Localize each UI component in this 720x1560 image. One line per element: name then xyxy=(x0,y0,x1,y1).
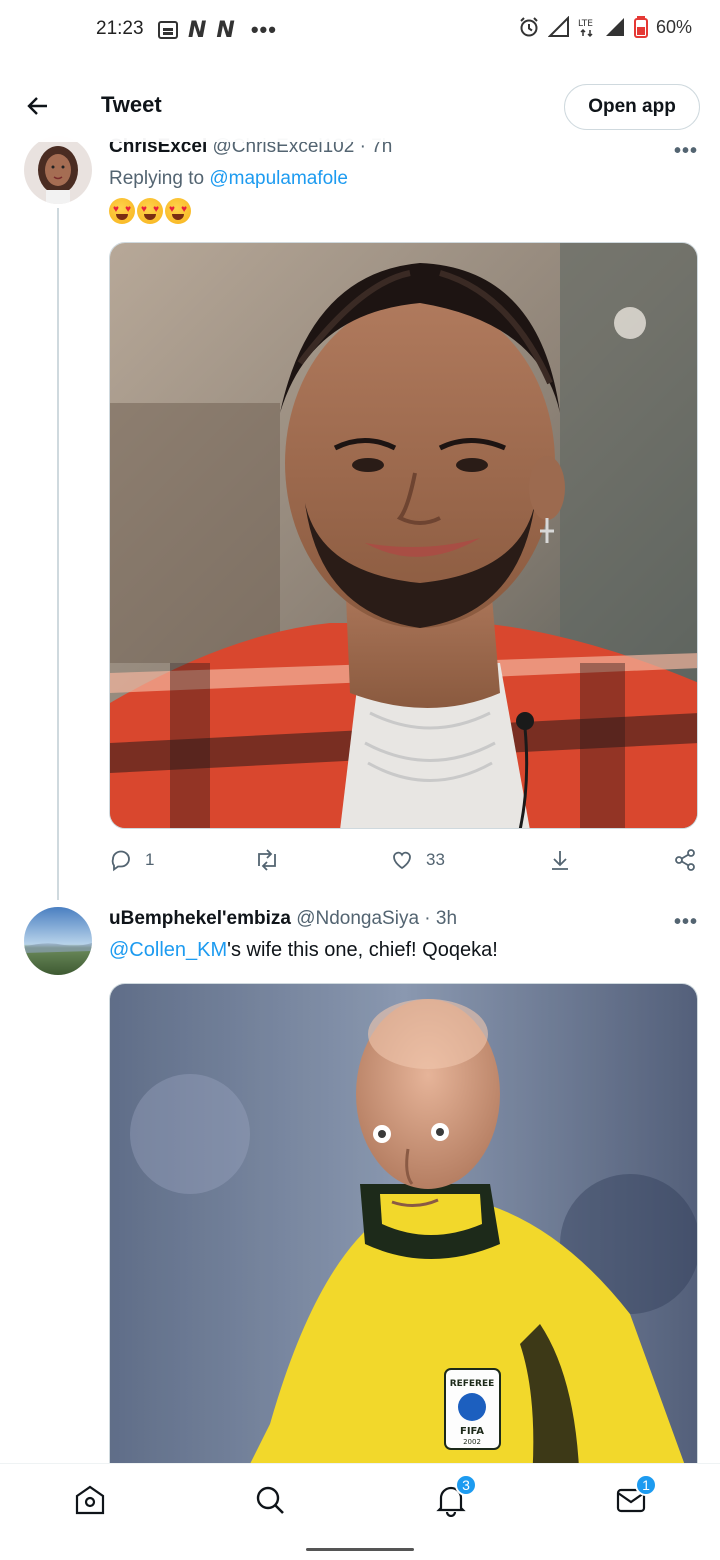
open-app-button[interactable]: Open app xyxy=(564,84,700,130)
top-header: Tweet Open app xyxy=(0,70,720,142)
author-handle[interactable]: @NdongaSiya xyxy=(296,908,419,929)
nav-notifications[interactable]: 3 xyxy=(431,1474,477,1520)
more-dots-icon: ••• xyxy=(250,17,277,42)
page-title: Tweet xyxy=(101,92,162,117)
reply-count: 1 xyxy=(145,850,155,869)
heart-icon xyxy=(393,851,411,870)
back-arrow-icon xyxy=(27,97,47,115)
like-action[interactable]: 33 xyxy=(390,848,445,872)
retweet-action[interactable] xyxy=(254,848,292,872)
tweet-emoji-text: ♥ ♥ ♥ ♥ ♥ ♥ xyxy=(109,198,191,224)
lte-icon: LTE xyxy=(578,19,593,38)
reply-mention-link[interactable]: @mapulamafole xyxy=(209,168,348,189)
replying-to-label: Replying to xyxy=(109,168,210,189)
status-time: 21:23 xyxy=(96,18,144,39)
bottom-nav: 3 1 xyxy=(0,1463,720,1537)
nav-search[interactable] xyxy=(250,1480,290,1520)
retweet-icon xyxy=(258,849,276,871)
share-icon xyxy=(675,849,695,871)
referee-badge-fifa: FIFA xyxy=(460,1426,484,1437)
home-icon xyxy=(75,1485,105,1515)
system-icons: LTE 60% xyxy=(518,16,692,38)
n-app-icon: N xyxy=(216,17,235,43)
heart-eyes-emoji: ♥ ♥ xyxy=(137,198,163,224)
signal-icon xyxy=(547,16,569,37)
tweet-actions: 1 33 xyxy=(109,845,699,875)
replying-to: Replying to @mapulamafole xyxy=(109,168,348,190)
message-icon xyxy=(158,21,178,39)
heart-eyes-emoji: ♥ ♥ xyxy=(165,198,191,224)
more-options-button[interactable]: ••• xyxy=(674,911,698,934)
tweet-header: uBemphekel'embiza @NdongaSiya · 3h xyxy=(109,908,457,930)
download-icon xyxy=(552,851,568,870)
status-bar: 21:23 N N ••• LTE 60% xyxy=(0,0,720,60)
svg-text:LTE: LTE xyxy=(578,19,593,29)
battery-percent: 60% xyxy=(655,16,692,37)
share-action[interactable] xyxy=(673,848,697,872)
messages-badge: 1 xyxy=(635,1474,657,1496)
tweet-text: @Collen_KM's wife this one, chief! Qoqek… xyxy=(109,939,498,962)
referee-badge-text: REFEREE xyxy=(450,1379,495,1389)
reply-action[interactable]: 1 xyxy=(109,848,154,872)
tweet-time[interactable]: · 3h xyxy=(424,908,457,929)
notification-icons: N N ••• xyxy=(158,17,277,43)
back-button[interactable] xyxy=(18,86,58,126)
notifications-badge: 3 xyxy=(455,1474,477,1496)
nav-home[interactable] xyxy=(70,1480,110,1520)
home-indicator[interactable] xyxy=(306,1548,414,1551)
heart-eyes-emoji: ♥ ♥ xyxy=(109,198,135,224)
tweet-photo[interactable]: REFEREE FIFA 2002 xyxy=(109,983,698,1503)
signal-icon-2 xyxy=(605,18,624,36)
search-icon xyxy=(256,1486,284,1514)
reply-icon xyxy=(111,850,130,872)
avatar[interactable] xyxy=(24,907,92,975)
mention-link[interactable]: @Collen_KM xyxy=(109,939,227,961)
download-action[interactable] xyxy=(548,848,572,872)
n-app-icon: N xyxy=(188,17,207,43)
tweet-body: 's wife this one, chief! Qoqeka! xyxy=(227,939,498,961)
battery-icon xyxy=(633,16,648,38)
like-count: 33 xyxy=(426,850,445,869)
thread-line xyxy=(57,208,59,900)
tweet-photo[interactable] xyxy=(109,242,698,829)
nav-messages[interactable]: 1 xyxy=(611,1474,657,1520)
avatar[interactable] xyxy=(24,136,92,204)
referee-badge-year: 2002 xyxy=(463,1438,481,1446)
alarm-icon xyxy=(520,17,538,37)
author-name[interactable]: uBemphekel'embiza xyxy=(109,908,291,929)
more-options-button[interactable]: ••• xyxy=(674,140,698,163)
